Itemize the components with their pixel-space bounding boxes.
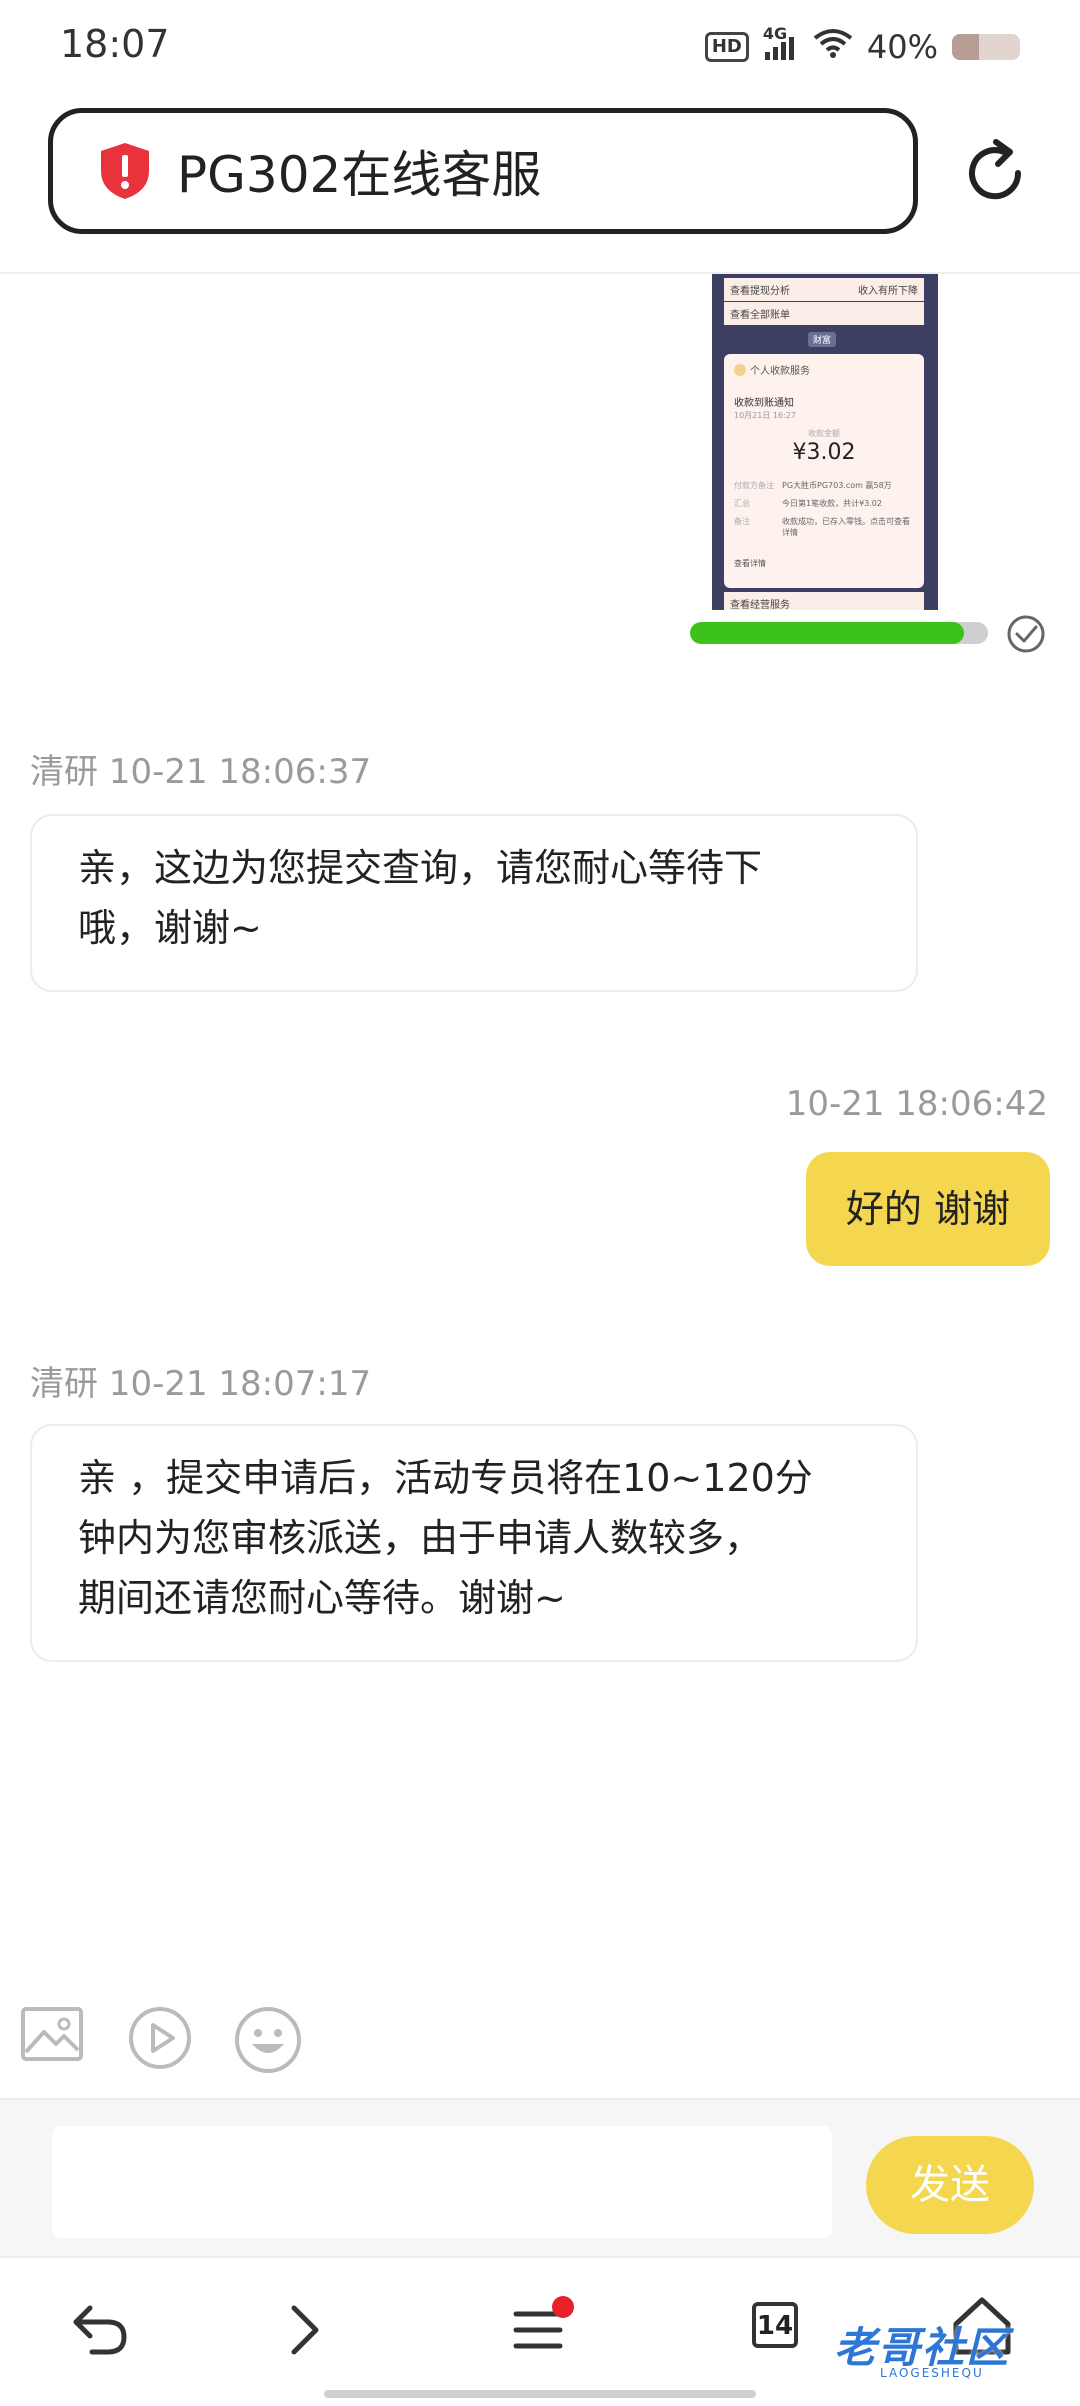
message-line: 亲 ，提交申请后，活动专员将在10~120分 — [78, 1456, 813, 1500]
upload-progress-bar — [690, 622, 988, 644]
battery-icon — [952, 34, 1020, 60]
agent-message: 亲，这边为您提交查询，请您耐心等待下 哦，谢谢~ — [30, 814, 918, 992]
shield-warning-icon — [101, 143, 149, 199]
agent-message: 亲 ，提交申请后，活动专员将在10~120分 钟内为您审核派送，由于申请人数较多… — [30, 1424, 918, 1662]
video-play-icon[interactable] — [128, 2006, 192, 2070]
status-icons: HD 4G 40% — [704, 24, 1020, 66]
image-icon[interactable] — [20, 2006, 84, 2062]
image-text: 查看提现分析 — [730, 286, 790, 297]
card-row: 付款方备注 PG大胜币PG703.com 赢58万 — [734, 480, 914, 491]
card-row-label: 汇总 — [734, 499, 750, 508]
image-row: 查看经营服务 — [724, 592, 924, 610]
url-bar[interactable]: PG302在线客服 — [48, 108, 918, 234]
user-message: 好的 谢谢 — [805, 1152, 1050, 1266]
sender-label: 清研 10-21 18:07:17 — [30, 1364, 372, 1404]
check-circle-icon — [1007, 615, 1045, 653]
image-text: 收入有所下降 — [858, 286, 918, 297]
amount-label: 收款金额 — [808, 429, 840, 438]
image-message[interactable]: 查看提现分析 收入有所下降 查看全部账单 财富 个人收款服务 收款到账通知 10… — [712, 274, 938, 610]
card-header: 个人收款服务 — [734, 362, 810, 377]
upload-progress-fill — [690, 622, 965, 644]
message-line: 哦，谢谢~ — [78, 906, 262, 950]
hd-badge: HD — [704, 32, 749, 62]
image-badge: 财富 — [808, 332, 837, 347]
message-line: 钟内为您审核派送，由于申请人数较多， — [78, 1516, 763, 1560]
card-link: 查看详情 — [734, 559, 766, 568]
signal-icon: 4G — [763, 24, 799, 62]
status-bar: 18:07 HD 4G 40% — [0, 0, 1080, 100]
card-row-value: 今日第1笔收款，共计¥3.02 — [782, 499, 882, 508]
send-button[interactable]: 发送 — [866, 2136, 1034, 2234]
image-text: 查看经营服务 — [730, 600, 790, 610]
chat-toolbar — [0, 2000, 1080, 2080]
reload-icon[interactable] — [960, 138, 1030, 208]
payment-amount: ¥3.02 — [792, 440, 856, 465]
message-time: 10-21 18:06:42 — [785, 1084, 1048, 1124]
card-row: 汇总 今日第1笔收款，共计¥3.02 — [734, 498, 914, 509]
card-row-value: 收款成功，已存入零钱。点击可查看详情 — [782, 517, 910, 537]
message-line: 期间还请您耐心等待。谢谢~ — [78, 1576, 566, 1620]
home-indicator — [324, 2390, 756, 2398]
battery-level — [952, 34, 980, 60]
image-row: 查看全部账单 — [724, 302, 924, 325]
battery-percent: 40% — [866, 28, 938, 66]
page-title: PG302在线客服 — [177, 146, 542, 204]
watermark-sub: LAOGESHEQU — [880, 2366, 984, 2380]
back-icon[interactable] — [70, 2302, 130, 2358]
input-area: 发送 — [0, 2098, 1080, 2258]
bottom-nav: 14 老哥社区 LAOGESHEQU — [0, 2256, 1080, 2406]
card-title: 个人收款服务 — [750, 366, 810, 377]
payment-card: 个人收款服务 收款到账通知 10月21日 16:27 收款金额 ¥3.02 付款… — [724, 354, 924, 588]
notification-dot — [552, 2296, 574, 2318]
card-row-value: PG大胜币PG703.com 赢58万 — [782, 481, 892, 490]
card-notice: 收款到账通知 — [734, 398, 794, 409]
image-row: 查看提现分析 收入有所下降 — [724, 278, 924, 301]
coin-icon — [734, 363, 746, 376]
network-type: 4G — [762, 24, 788, 43]
card-row-label: 付款方备注 — [734, 481, 774, 490]
tabs-icon[interactable]: 14 — [752, 2302, 798, 2348]
card-row: 备注 收款成功，已存入零钱。点击可查看详情 — [734, 516, 914, 538]
forward-icon[interactable] — [284, 2302, 324, 2358]
card-row-label: 备注 — [734, 517, 750, 526]
message-line: 亲，这边为您提交查询，请您耐心等待下 — [78, 846, 763, 890]
chat-area[interactable]: 查看提现分析 收入有所下降 查看全部账单 财富 个人收款服务 收款到账通知 10… — [0, 274, 1080, 2264]
sender-label: 清研 10-21 18:06:37 — [30, 752, 372, 792]
card-date: 10月21日 16:27 — [734, 411, 796, 420]
message-input[interactable] — [52, 2126, 832, 2238]
image-text: 查看全部账单 — [730, 310, 790, 321]
emoji-icon[interactable] — [234, 2006, 302, 2074]
wifi-icon — [813, 28, 853, 66]
status-time: 18:07 — [60, 22, 170, 66]
